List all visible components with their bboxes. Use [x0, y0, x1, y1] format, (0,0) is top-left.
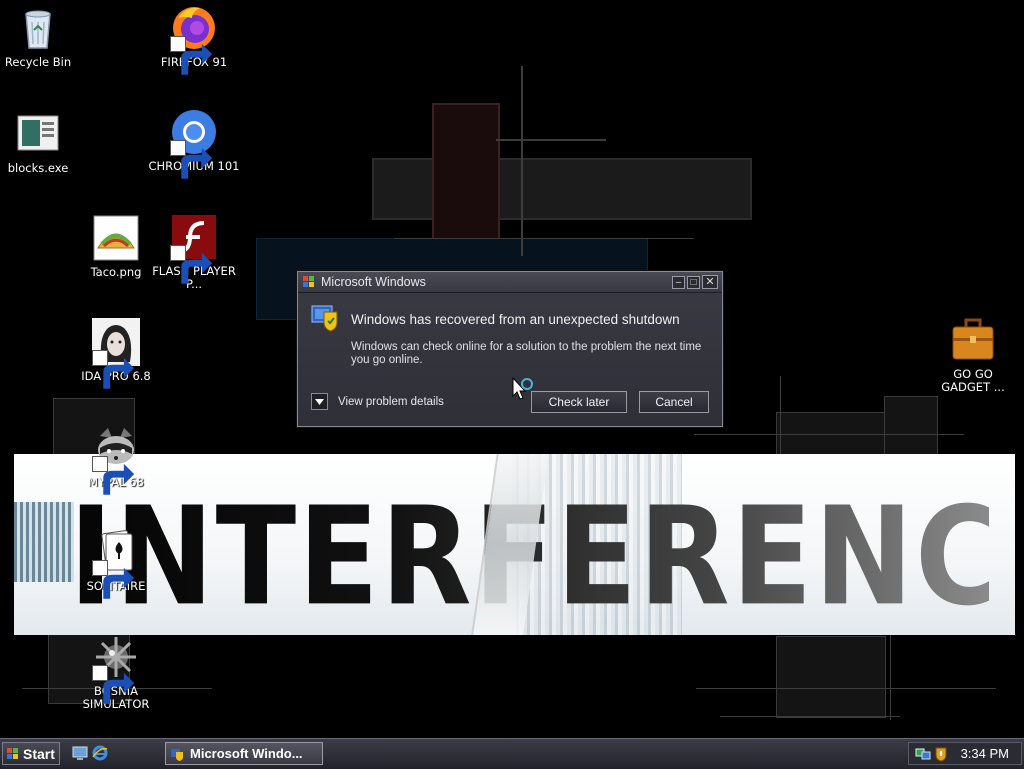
shortcut-arrow-icon — [170, 245, 213, 284]
taskbar-item-microsoft-windows[interactable]: Microsoft Windo... — [165, 742, 323, 765]
taskbar-clock[interactable]: 3:34 PM — [961, 746, 1009, 761]
desktop-icon-firefox[interactable]: FIREFOX 91 — [148, 4, 240, 75]
security-shield-icon — [171, 748, 183, 761]
start-button[interactable]: Start — [2, 742, 60, 765]
taskbar-item-label: Microsoft Windo... — [190, 746, 303, 761]
dialog-title: Microsoft Windows — [321, 275, 426, 289]
system-tray: 3:34 PM — [908, 742, 1022, 765]
security-shield-icon — [311, 305, 338, 332]
windows-logo-icon — [7, 747, 18, 759]
check-later-button[interactable]: Check later — [531, 391, 627, 413]
shortcut-arrow-icon — [92, 665, 135, 704]
desktop-icon-blocks[interactable]: blocks.exe — [0, 110, 84, 175]
desktop-icon-bosnia-simulator[interactable]: BOSNIA SIMULATOR — [70, 633, 162, 711]
desktop-icon-flash-player[interactable]: FLASH PLAYER P... — [148, 213, 240, 291]
cancel-button[interactable]: Cancel — [639, 391, 709, 413]
start-label: Start — [23, 745, 55, 762]
blocks-exe-icon — [17, 115, 59, 151]
details-label[interactable]: View problem details — [338, 396, 444, 408]
briefcase-icon — [952, 318, 994, 360]
taskbar: Start Microsoft Windo... 3:34 PM — [0, 738, 1024, 769]
shortcut-arrow-icon — [170, 140, 213, 179]
shortcut-arrow-icon — [92, 456, 135, 495]
minimize-button[interactable]: – — [672, 275, 685, 289]
windows-logo-icon — [303, 276, 314, 287]
shortcut-arrow-icon — [170, 36, 213, 75]
network-icon[interactable] — [915, 746, 931, 762]
taco-image-icon — [93, 215, 139, 261]
desktop-icon-mypal[interactable]: MYPAL 68 — [70, 424, 162, 495]
desktop-icon-chromium[interactable]: CHROMIUM 101 — [148, 108, 240, 179]
close-button[interactable]: ✕ — [702, 275, 718, 289]
dialog-heading: Windows has recovered from an unexpected… — [351, 312, 680, 327]
icon-label: Recycle Bin — [4, 55, 72, 69]
dialog-body: Windows can check online for a solution … — [351, 341, 702, 366]
desktop-icon-go-go-gadget[interactable]: GO GO GADGET ... — [927, 316, 1019, 394]
view-problem-details-toggle[interactable]: View problem details — [311, 393, 444, 410]
shortcut-arrow-icon — [92, 350, 135, 389]
internet-explorer-icon[interactable] — [92, 745, 108, 761]
chevron-down-icon[interactable] — [311, 393, 328, 410]
dialog-titlebar[interactable]: Microsoft Windows – □ ✕ — [298, 272, 722, 293]
maximize-button[interactable]: □ — [687, 275, 700, 289]
icon-label: blocks.exe — [7, 161, 69, 175]
security-alert-icon[interactable] — [933, 746, 949, 762]
shortcut-arrow-icon — [92, 560, 135, 599]
wallpaper-banner: INTERFERENCE — [14, 454, 1015, 635]
show-desktop-icon[interactable] — [72, 745, 88, 761]
desktop-icon-ida-pro[interactable]: IDA PRO 6.8 — [70, 318, 162, 389]
icon-label: GO GO GADGET ... — [941, 367, 1005, 394]
recycle-bin-icon — [25, 10, 51, 49]
desktop-icon-recycle-bin[interactable]: Recycle Bin — [0, 4, 84, 69]
recovery-dialog[interactable]: Microsoft Windows – □ ✕ Windows has reco… — [297, 271, 723, 427]
desktop-icon-solitaire[interactable]: SOLITAIRE — [70, 528, 162, 599]
